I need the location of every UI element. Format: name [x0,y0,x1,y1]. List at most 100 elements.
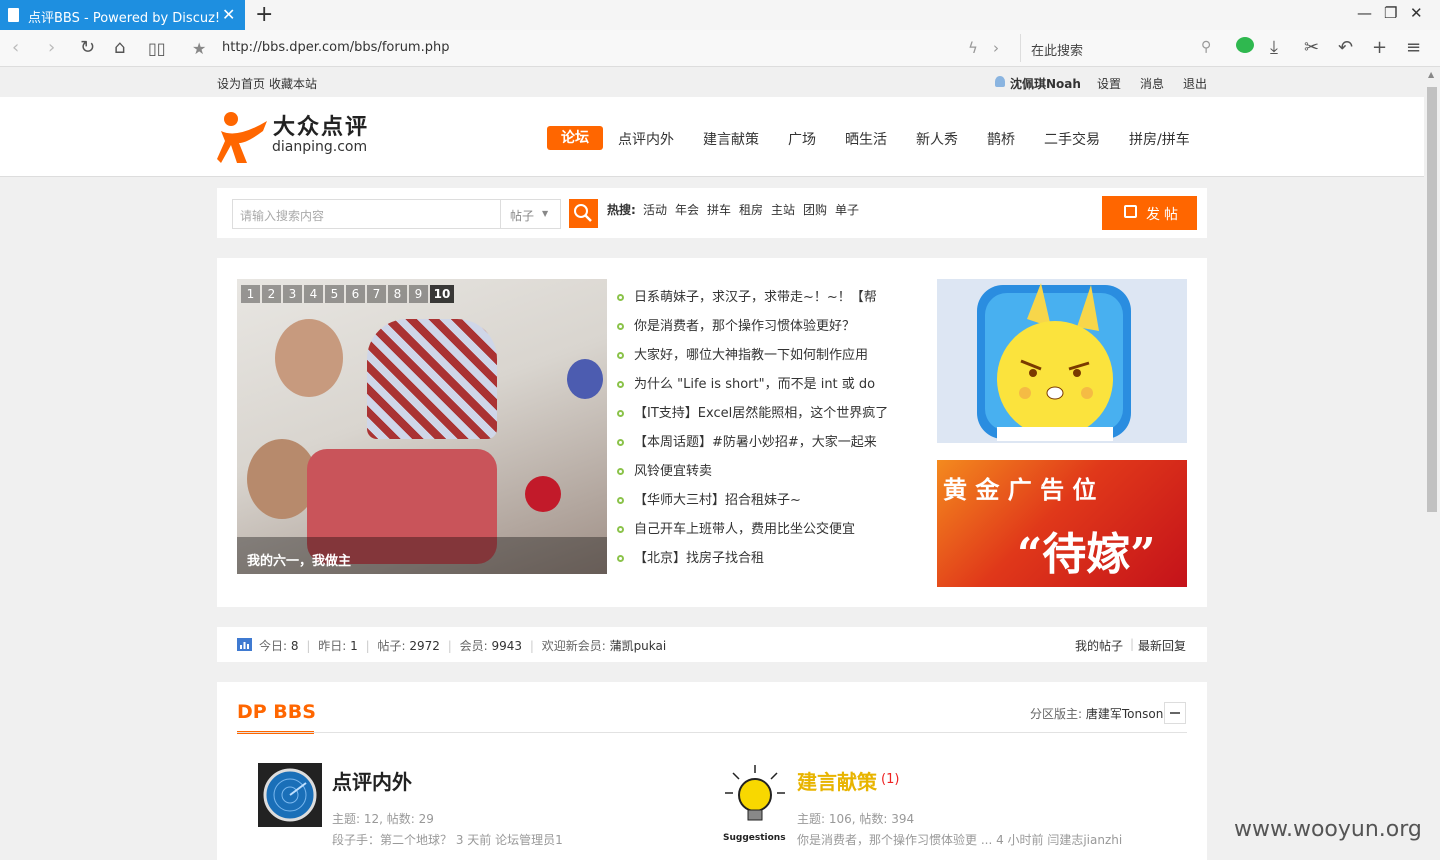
slideshow[interactable]: 我的六一，我做主 1 2 3 4 5 6 7 8 9 10 [237,279,607,574]
reader-icon[interactable]: ▯▯ [148,39,166,58]
forum-name[interactable]: 点评内外 [332,766,412,795]
hot-search-link[interactable]: 拼车 [707,201,731,218]
nav-share-life[interactable]: 晒生活 [845,129,887,149]
hot-search-link[interactable]: 单子 [835,201,859,218]
nav-newcomers[interactable]: 新人秀 [916,129,958,149]
nav-dianping-inout[interactable]: 点评内外 [618,129,674,149]
thread-link[interactable]: 【本周话题】#防暑小妙招#，大家一起来 [617,431,877,450]
lightning-icon[interactable]: ϟ [968,39,978,57]
back-icon[interactable]: ‹ [12,37,19,58]
dropdown-caret-icon: ▼ [542,209,549,218]
thread-link[interactable]: 风铃便宜转卖 [617,460,712,479]
browser-search-input[interactable]: 在此搜索 ⚲ [1020,34,1220,62]
thread-link[interactable]: 你是消费者，那个操作习惯体验更好？ [617,315,855,334]
slide-page-button[interactable]: 1 [241,285,260,303]
nav-second-hand[interactable]: 二手交易 [1044,129,1100,149]
thread-link[interactable]: 日系萌妹子，求汉子，求带走~！~！【帮 [617,286,877,305]
slide-page-button[interactable]: 5 [325,285,344,303]
nav-suggestions[interactable]: 建言献策 [703,129,759,149]
thread-link[interactable]: 为什么 "Life is short"，而不是 int 或 do [617,373,875,392]
site-logo[interactable]: 大众点评 dianping.com [217,109,377,165]
star-icon[interactable]: ★ [192,39,206,58]
thread-link[interactable]: 【华师大三村】招合租妹子~ [617,489,801,508]
new-post-button[interactable]: 发帖 [1102,196,1197,230]
chevron-right-icon[interactable]: › [993,39,999,57]
nav-forum[interactable]: 论坛 [547,126,603,150]
thread-link[interactable]: 自己开车上班带人，费用比坐公交便宜 [617,518,855,537]
thread-link[interactable]: 大家好，哪位大神指教一下如何制作应用 [617,344,868,363]
home-icon[interactable]: ⌂ [114,37,125,58]
username-link[interactable]: 沈佩琪Noah [1010,75,1081,92]
forum-icon-radar[interactable] [258,763,322,827]
window-close-icon[interactable]: ✕ [1410,4,1423,22]
wechat-icon[interactable] [1236,37,1254,53]
search-type-select[interactable]: 帖子 ▼ [500,199,561,229]
forum-section: DP BBS 分区版主: 唐建军Tonson 点评内外 主题: 12, 帖数: … [217,682,1207,860]
browser-toolbar: ‹ › ↻ ⌂ ▯▯ ★ http://bbs.dper.com/bbs/for… [0,30,1440,67]
reload-icon[interactable]: ↻ [80,37,95,58]
new-tab-icon[interactable]: + [255,2,273,27]
slide-page-button[interactable]: 2 [262,285,281,303]
address-bar[interactable]: http://bbs.dper.com/bbs/forum.php [222,40,449,55]
add-icon[interactable]: + [1372,37,1387,58]
scrollbar-thumb[interactable] [1427,87,1437,512]
restore-icon[interactable]: ❐ [1384,4,1397,22]
hot-search-link[interactable]: 活动 [643,201,667,218]
thread-link[interactable]: 【北京】找房子找合租 [617,547,764,566]
hot-search-link[interactable]: 团购 [803,201,827,218]
my-posts-link[interactable]: 我的帖子 [1075,637,1123,654]
browser-tab[interactable]: 点评BBS - Powered by Discuz! ✕ [0,0,245,30]
section-title[interactable]: DP BBS [237,701,316,723]
search-placeholder: 在此搜索 [1031,44,1084,59]
hot-search-link[interactable]: 租房 [739,201,763,218]
nav-share-room-car[interactable]: 拼房/拼车 [1129,129,1190,149]
forum-icon-suggestions[interactable]: Suggestions [723,763,787,845]
photo-figure-head [275,319,343,397]
slide-page-button[interactable]: 7 [367,285,386,303]
slide-page-button[interactable]: 8 [388,285,407,303]
slide-page-button[interactable]: 3 [283,285,302,303]
undo-icon[interactable]: ↶ [1338,37,1353,58]
balloon-blue [567,359,603,399]
moderator-link[interactable]: 唐建军Tonson [1086,707,1163,721]
search-icon[interactable]: ⚲ [1201,39,1211,55]
nav-square[interactable]: 广场 [788,129,816,149]
settings-link[interactable]: 设置 [1097,75,1121,92]
menu-icon[interactable]: ≡ [1406,37,1421,58]
forum-search-input[interactable]: 请输入搜索内容 [232,199,501,229]
logout-link[interactable]: 退出 [1183,75,1207,92]
search-button[interactable] [569,199,598,228]
page-scrollbar[interactable]: ▲ [1424,67,1440,860]
thread-link[interactable]: 【IT支持】Excel居然能照相，这个世界疯了 [617,402,888,421]
messages-link[interactable]: 消息 [1140,75,1164,92]
forward-icon[interactable]: › [48,37,55,58]
watermark: www.wooyun.org [1234,817,1422,842]
mascot-ad[interactable] [937,279,1187,443]
section-moderator: 分区版主: 唐建军Tonson [1030,707,1164,721]
forum-last-post[interactable]: 段子手：第二个地球？ 3 天前 论坛管理员1 [332,831,563,848]
slide-page-button[interactable]: 9 [409,285,428,303]
forum-last-post[interactable]: 你是消费者，那个操作习惯体验更 ... 4 小时前 闫建志jianzhi [797,831,1122,848]
latest-replies-link[interactable]: 最新回复 [1138,637,1186,654]
forum-name[interactable]: 建言献策 [797,766,877,795]
scroll-up-icon[interactable]: ▲ [1428,70,1434,79]
scissors-icon[interactable]: ✂ [1304,37,1319,58]
minimize-icon[interactable]: — [1357,4,1372,22]
slide-page-button[interactable]: 4 [304,285,323,303]
slide-page-button-active[interactable]: 10 [430,285,454,303]
download-icon[interactable]: ⤓ [1270,37,1278,58]
hot-search-link[interactable]: 主站 [771,201,795,218]
bullet-icon [617,526,624,533]
close-tab-icon[interactable]: ✕ [222,5,235,24]
new-member-link[interactable]: 蒲凯pukai [610,639,667,653]
gold-ad-banner[interactable]: 黄 金 广 告 位 “待嫁” [937,460,1187,587]
nav-magpie-bridge[interactable]: 鹊桥 [987,129,1015,149]
slide-page-button[interactable]: 6 [346,285,365,303]
hot-search-link[interactable]: 年会 [675,201,699,218]
forum-stats: 主题: 106, 帖数: 394 [797,812,915,826]
divider: | [1130,637,1135,651]
set-home-link[interactable]: 设为首页 [217,75,265,92]
bookmark-link[interactable]: 收藏本站 [269,75,317,92]
minus-icon [1170,712,1180,714]
collapse-button[interactable] [1164,702,1186,724]
